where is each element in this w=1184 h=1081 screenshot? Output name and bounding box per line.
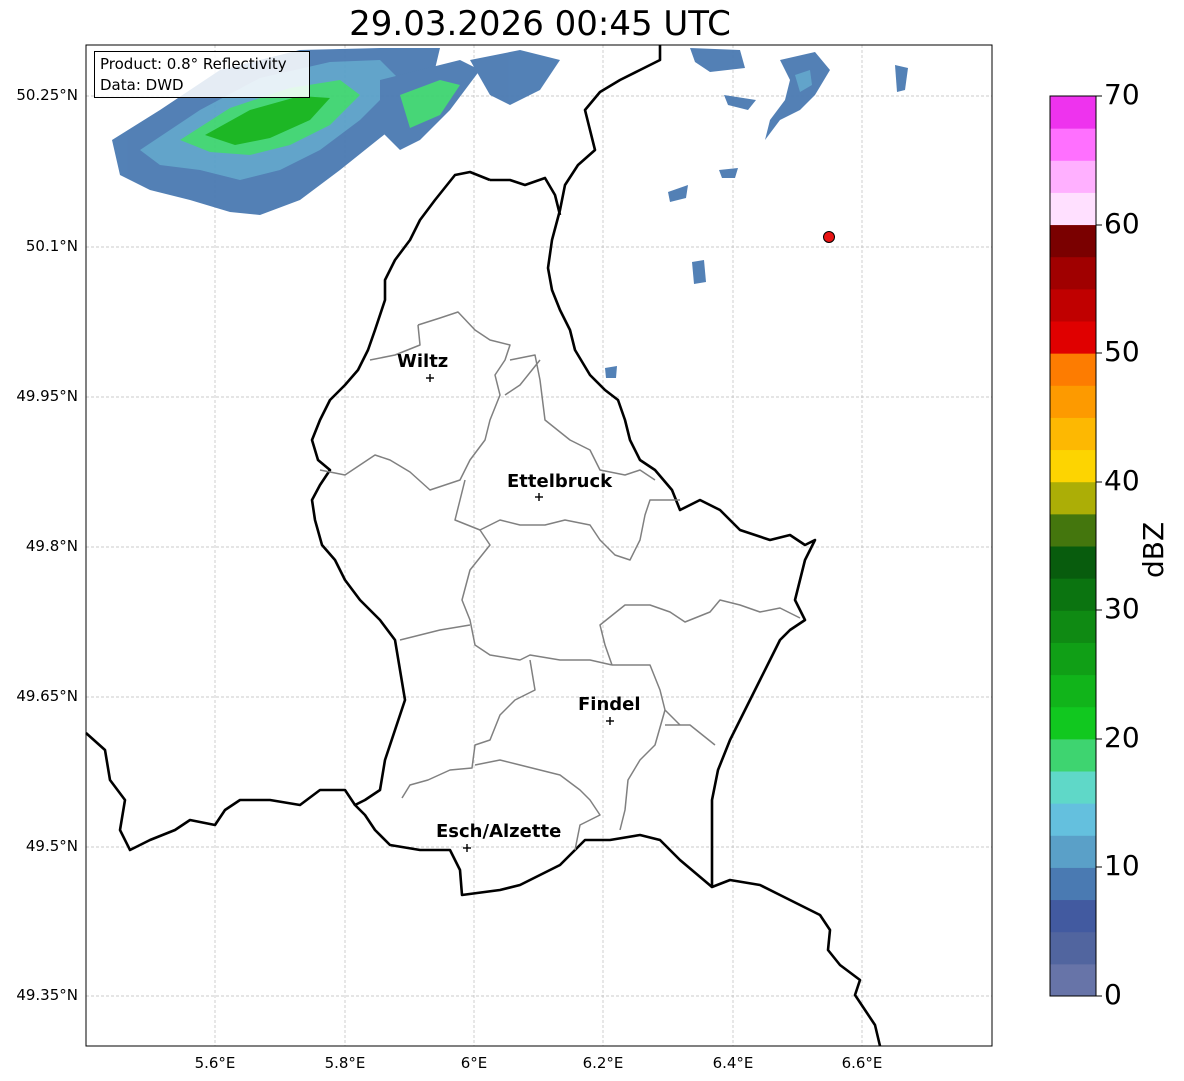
product-info-box: Product: 0.8° Reflectivity Data: DWD (94, 51, 310, 98)
lat-tick-label: 49.35°N (16, 986, 78, 1004)
lat-tick-label: 50.1°N (25, 237, 78, 255)
colorbar-tick-label: 50 (1104, 335, 1140, 368)
lon-tick-label: 6.2°E (582, 1054, 624, 1072)
colorbar-block (1050, 963, 1096, 997)
colorbar-block (1050, 160, 1096, 193)
colorbar-tick-label: 20 (1104, 721, 1140, 754)
lat-tick-label: 50.25°N (16, 86, 78, 104)
colorbar-title: dBZ (1137, 521, 1170, 578)
colorbar-block (1050, 224, 1096, 258)
colorbar-ticks (1096, 95, 1102, 997)
lat-tick-label: 49.65°N (16, 687, 78, 705)
colorbar-block (1050, 899, 1096, 933)
colorbar-tick-label: 70 (1104, 78, 1140, 111)
colorbar-block (1050, 771, 1096, 804)
colorbar-block (1050, 931, 1096, 965)
colorbar-block (1050, 706, 1096, 740)
colorbar-block (1050, 417, 1096, 451)
lon-tick-label: 5.6°E (194, 1054, 236, 1072)
colorbar-block (1050, 835, 1096, 868)
colorbar-tick-label: 10 (1104, 849, 1140, 882)
data-source-label: Data: DWD (100, 76, 184, 94)
city-label-findel: Findel (578, 694, 641, 715)
colorbar-block (1050, 610, 1096, 643)
colorbar-block (1050, 642, 1096, 676)
lon-tick-label: 6.6°E (841, 1054, 883, 1072)
city-label-ettelbruck: Ettelbruck (507, 471, 613, 492)
lon-tick-label: 5.8°E (324, 1054, 366, 1072)
colorbar-block (1050, 803, 1096, 836)
colorbar-block (1050, 96, 1096, 129)
lon-tick-label: 6.4°E (712, 1054, 754, 1072)
product-label: Product: 0.8° Reflectivity (100, 55, 287, 73)
colorbar-block (1050, 449, 1096, 483)
colorbar-block (1050, 288, 1096, 322)
colorbar (1050, 96, 1096, 997)
radar-map (85, 44, 1102, 1047)
colorbar-block (1050, 513, 1096, 547)
lat-tick-label: 49.95°N (16, 387, 78, 405)
city-label-esch-alzette: Esch/Alzette (436, 821, 562, 842)
colorbar-tick-label: 40 (1104, 464, 1140, 497)
colorbar-block (1050, 385, 1096, 418)
lat-tick-label: 49.8°N (25, 537, 78, 555)
colorbar-tick-label: 0 (1104, 978, 1122, 1011)
lon-tick-label: 6°E (460, 1054, 488, 1072)
colorbar-block (1050, 578, 1096, 611)
colorbar-block (1050, 867, 1096, 901)
lat-tick-label: 49.5°N (25, 837, 78, 855)
colorbar-block (1050, 481, 1096, 515)
colorbar-block (1050, 353, 1096, 386)
colorbar-tick-label: 30 (1104, 592, 1140, 625)
colorbar-block (1050, 192, 1096, 226)
colorbar-block (1050, 546, 1096, 579)
radar-site-marker (823, 231, 835, 243)
city-label-wiltz: Wiltz (397, 351, 449, 372)
colorbar-block (1050, 128, 1096, 161)
colorbar-block (1050, 256, 1096, 290)
colorbar-block (1050, 321, 1096, 354)
colorbar-tick-label: 60 (1104, 207, 1140, 240)
colorbar-block (1050, 738, 1096, 772)
colorbar-block (1050, 674, 1096, 708)
